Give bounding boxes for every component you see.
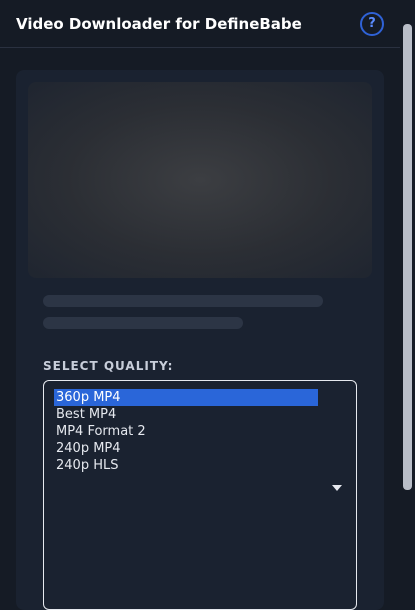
quality-option[interactable]: 240p HLS [54,457,346,474]
header: Video Downloader for DefineBabe ? [0,0,400,48]
video-card: SELECT QUALITY: 360p MP4 Best MP4 MP4 Fo… [16,70,384,610]
quality-select[interactable]: 360p MP4 Best MP4 MP4 Format 2 240p MP4 … [43,380,357,610]
page-title: Video Downloader for DefineBabe [16,14,302,33]
quality-option[interactable]: MP4 Format 2 [54,423,346,440]
video-title-placeholder [43,295,343,339]
chevron-down-icon[interactable] [332,485,342,491]
quality-option[interactable]: 240p MP4 [54,440,346,457]
scrollbar[interactable] [403,24,412,490]
help-icon[interactable]: ? [360,11,384,36]
video-thumbnail [28,82,372,278]
quality-option[interactable]: 360p MP4 [54,389,318,406]
quality-option[interactable]: Best MP4 [54,406,346,423]
quality-label: SELECT QUALITY: [43,359,174,373]
